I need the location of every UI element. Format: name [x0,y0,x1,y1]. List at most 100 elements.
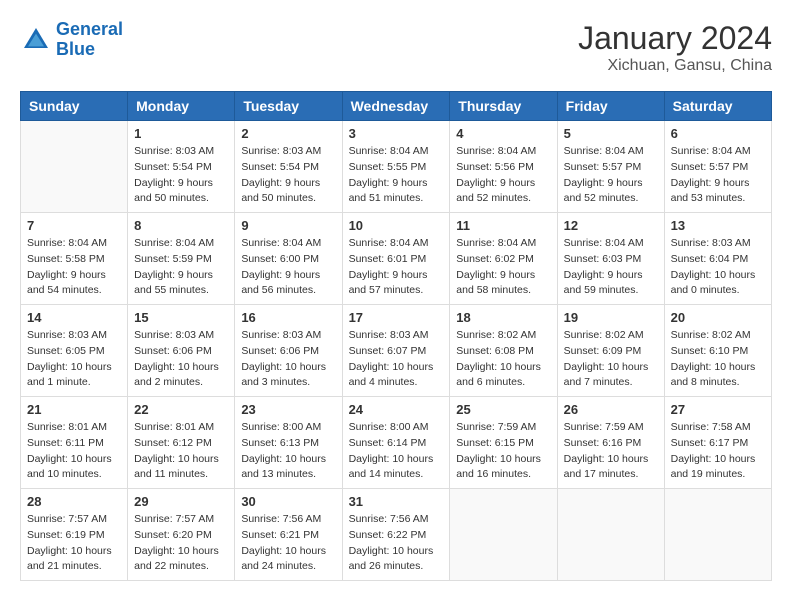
table-row: 17 Sunrise: 8:03 AMSunset: 6:07 PMDayligh… [342,305,450,397]
day-number: 18 [456,310,550,325]
day-info: Sunrise: 7:56 AMSunset: 6:22 PMDaylight:… [349,512,444,575]
day-number: 30 [241,494,335,509]
title-block: January 2024 Xichuan, Gansu, China [578,20,772,75]
calendar-week-row: 28 Sunrise: 7:57 AMSunset: 6:19 PMDayligh… [21,489,772,581]
table-row [450,489,557,581]
table-row [664,489,771,581]
table-row: 20 Sunrise: 8:02 AMSunset: 6:10 PMDayligh… [664,305,771,397]
header-saturday: Saturday [664,92,771,121]
table-row: 28 Sunrise: 7:57 AMSunset: 6:19 PMDayligh… [21,489,128,581]
table-row: 27 Sunrise: 7:58 AMSunset: 6:17 PMDayligh… [664,397,771,489]
header-monday: Monday [128,92,235,121]
day-number: 21 [27,402,121,417]
day-info: Sunrise: 8:02 AMSunset: 6:10 PMDaylight:… [671,328,765,391]
table-row: 19Sunrise: 8:02 AMSunset: 6:09 PMDayligh… [557,305,664,397]
day-info: Sunrise: 8:04 AMSunset: 6:02 PMDaylight:… [456,236,550,299]
table-row: 3Sunrise: 8:04 AMSunset: 5:55 PMDaylight… [342,121,450,213]
day-info: Sunrise: 8:04 AMSunset: 6:01 PMDaylight:… [349,236,444,299]
table-row: 9 Sunrise: 8:04 AMSunset: 6:00 PMDaylight… [235,213,342,305]
day-number: 8 [134,218,228,233]
logo-icon [20,24,52,56]
day-info: Sunrise: 8:03 AMSunset: 6:05 PMDaylight:… [27,328,121,391]
table-row: 13 Sunrise: 8:03 AMSunset: 6:04 PMDayligh… [664,213,771,305]
day-info: Sunrise: 7:57 AMSunset: 6:20 PMDaylight:… [134,512,228,575]
table-row: 22 Sunrise: 8:01 AMSunset: 6:12 PMDayligh… [128,397,235,489]
table-row [21,121,128,213]
calendar-table: Sunday Monday Tuesday Wednesday Thursday… [20,91,772,581]
day-info: Sunrise: 8:04 AMSunset: 5:57 PMDaylight:… [564,144,658,207]
day-number: 25 [456,402,550,417]
table-row: 18 Sunrise: 8:02 AMSunset: 6:08 PMDayligh… [450,305,557,397]
day-number: 2 [241,126,335,141]
calendar-week-row: 1Sunrise: 8:03 AMSunset: 5:54 PMDaylight… [21,121,772,213]
table-row: 30Sunrise: 7:56 AMSunset: 6:21 PMDayligh… [235,489,342,581]
day-info: Sunrise: 8:04 AMSunset: 5:59 PMDaylight:… [134,236,228,299]
day-number: 13 [671,218,765,233]
calendar-title: January 2024 [578,20,772,57]
table-row: 25 Sunrise: 7:59 AMSunset: 6:15 PMDayligh… [450,397,557,489]
day-number: 11 [456,218,550,233]
table-row: 26 Sunrise: 7:59 AMSunset: 6:16 PMDayligh… [557,397,664,489]
day-number: 29 [134,494,228,509]
day-number: 10 [349,218,444,233]
day-info: Sunrise: 8:04 AMSunset: 5:55 PMDaylight:… [349,144,444,207]
table-row: 31 Sunrise: 7:56 AMSunset: 6:22 PMDayligh… [342,489,450,581]
day-number: 31 [349,494,444,509]
day-info: Sunrise: 8:02 AMSunset: 6:09 PMDaylight:… [564,328,658,391]
table-row [557,489,664,581]
day-number: 12 [564,218,658,233]
day-info: Sunrise: 8:04 AMSunset: 6:00 PMDaylight:… [241,236,335,299]
day-info: Sunrise: 8:02 AMSunset: 6:08 PMDaylight:… [456,328,550,391]
day-info: Sunrise: 8:04 AMSunset: 6:03 PMDaylight:… [564,236,658,299]
table-row: 12 Sunrise: 8:04 AMSunset: 6:03 PMDayligh… [557,213,664,305]
table-row: 8 Sunrise: 8:04 AMSunset: 5:59 PMDaylight… [128,213,235,305]
day-number: 4 [456,126,550,141]
header-friday: Friday [557,92,664,121]
table-row: 23 Sunrise: 8:00 AMSunset: 6:13 PMDayligh… [235,397,342,489]
day-info: Sunrise: 8:03 AMSunset: 6:04 PMDaylight:… [671,236,765,299]
table-row: 21 Sunrise: 8:01 AMSunset: 6:11 PMDayligh… [21,397,128,489]
day-number: 24 [349,402,444,417]
day-info: Sunrise: 8:03 AMSunset: 5:54 PMDaylight:… [134,144,228,207]
day-number: 28 [27,494,121,509]
day-number: 20 [671,310,765,325]
day-number: 26 [564,402,658,417]
weekday-header-row: Sunday Monday Tuesday Wednesday Thursday… [21,92,772,121]
day-number: 15 [134,310,228,325]
day-info: Sunrise: 8:03 AMSunset: 5:54 PMDaylight:… [241,144,335,207]
day-info: Sunrise: 7:58 AMSunset: 6:17 PMDaylight:… [671,420,765,483]
day-info: Sunrise: 8:00 AMSunset: 6:13 PMDaylight:… [241,420,335,483]
day-number: 22 [134,402,228,417]
day-info: Sunrise: 8:03 AMSunset: 6:07 PMDaylight:… [349,328,444,391]
table-row: 5 Sunrise: 8:04 AMSunset: 5:57 PMDaylight… [557,121,664,213]
day-info: Sunrise: 8:01 AMSunset: 6:12 PMDaylight:… [134,420,228,483]
header-thursday: Thursday [450,92,557,121]
table-row: 7 Sunrise: 8:04 AMSunset: 5:58 PMDaylight… [21,213,128,305]
logo-blue: Blue [56,39,95,59]
table-row: 15 Sunrise: 8:03 AMSunset: 6:06 PMDayligh… [128,305,235,397]
day-number: 23 [241,402,335,417]
header-tuesday: Tuesday [235,92,342,121]
table-row: 11 Sunrise: 8:04 AMSunset: 6:02 PMDayligh… [450,213,557,305]
day-info: Sunrise: 7:59 AMSunset: 6:16 PMDaylight:… [564,420,658,483]
logo-text: General Blue [56,20,123,60]
logo: General Blue [20,20,123,60]
day-info: Sunrise: 7:57 AMSunset: 6:19 PMDaylight:… [27,512,121,575]
day-number: 14 [27,310,121,325]
table-row: 14 Sunrise: 8:03 AMSunset: 6:05 PMDayligh… [21,305,128,397]
day-info: Sunrise: 8:01 AMSunset: 6:11 PMDaylight:… [27,420,121,483]
calendar-week-row: 21 Sunrise: 8:01 AMSunset: 6:11 PMDayligh… [21,397,772,489]
day-info: Sunrise: 8:03 AMSunset: 6:06 PMDaylight:… [134,328,228,391]
day-number: 7 [27,218,121,233]
day-number: 17 [349,310,444,325]
table-row: 2 Sunrise: 8:03 AMSunset: 5:54 PMDaylight… [235,121,342,213]
day-number: 9 [241,218,335,233]
table-row: 6Sunrise: 8:04 AMSunset: 5:57 PMDaylight… [664,121,771,213]
day-number: 6 [671,126,765,141]
day-info: Sunrise: 7:59 AMSunset: 6:15 PMDaylight:… [456,420,550,483]
header-sunday: Sunday [21,92,128,121]
day-number: 5 [564,126,658,141]
calendar-subtitle: Xichuan, Gansu, China [578,57,772,75]
day-info: Sunrise: 8:04 AMSunset: 5:58 PMDaylight:… [27,236,121,299]
day-number: 27 [671,402,765,417]
